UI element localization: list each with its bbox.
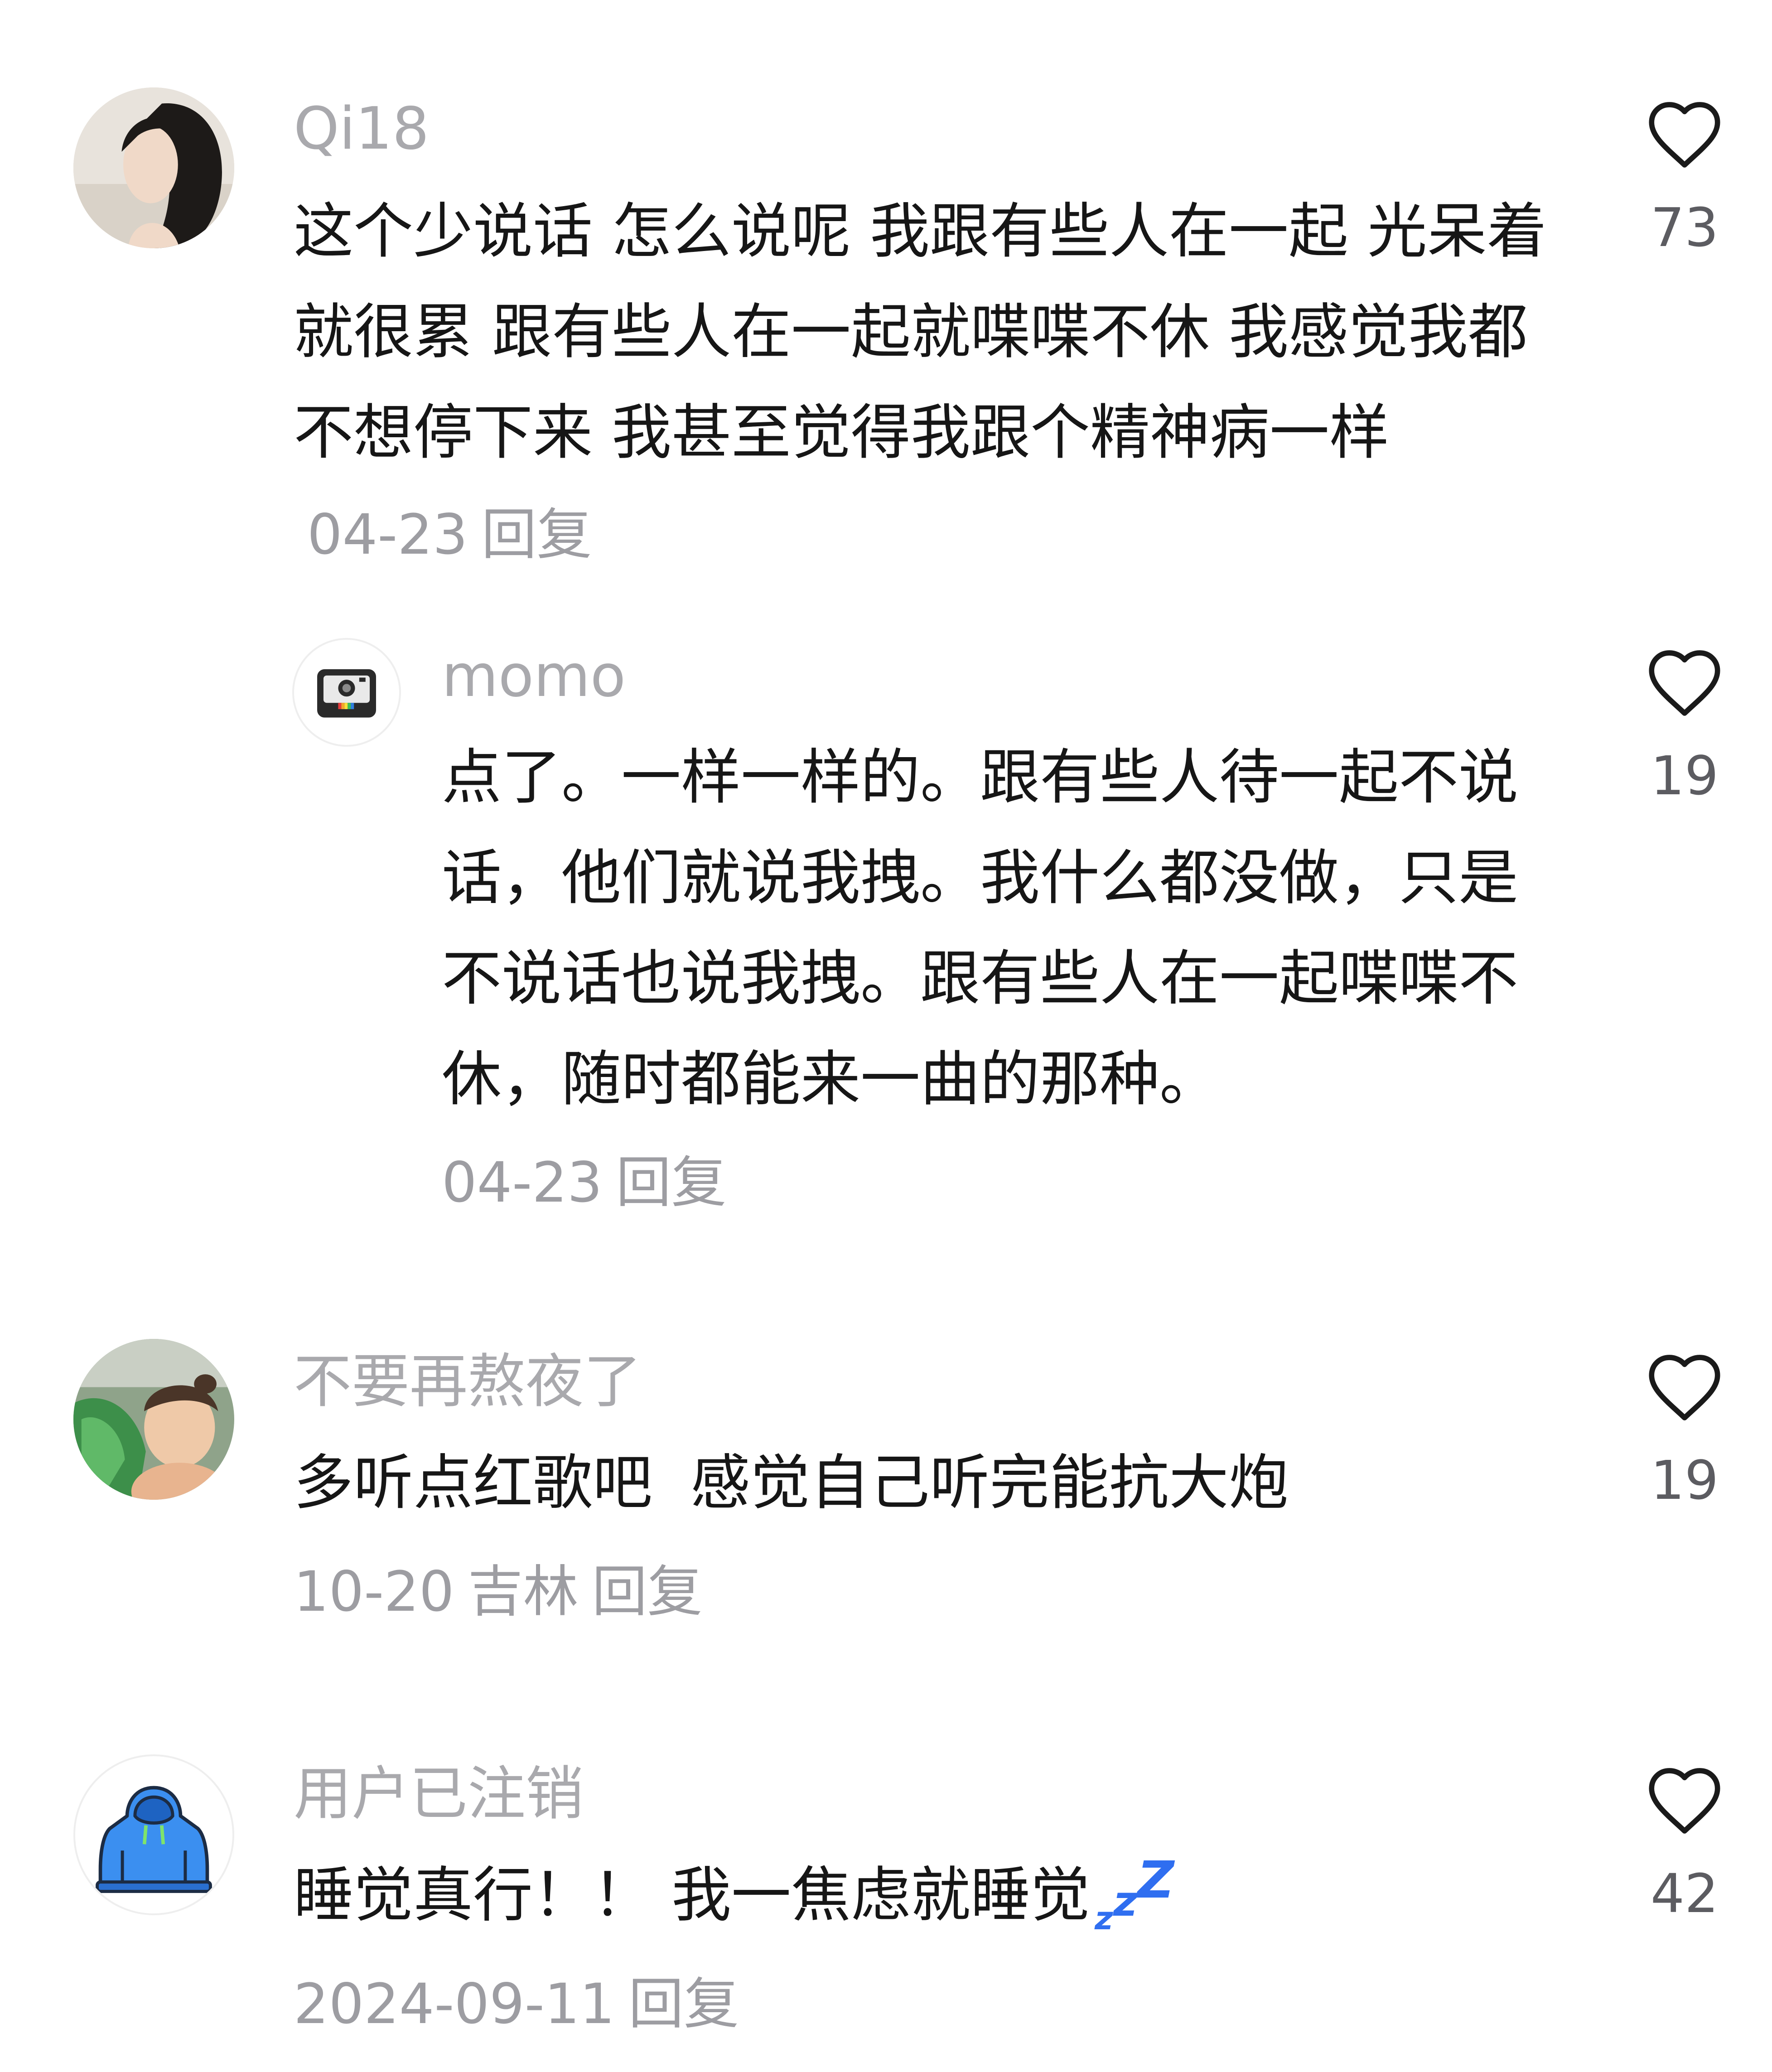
comment-date: 04-23 xyxy=(307,502,468,567)
comment-date: 10-20 xyxy=(294,1560,454,1624)
comment-meta: 04-23 回复 xyxy=(307,502,606,567)
comment-location: 吉林 xyxy=(468,1560,579,1624)
comment-text: 多听点红歌吧 感觉自己听完能抗大炮 xyxy=(294,1448,1289,1518)
username[interactable]: 不要再熬夜了 xyxy=(294,1348,642,1416)
comment-text: 这个少说话 怎么说呢 我跟有些人在一起 光呆着就很累 跟有些人在一起就喋喋不休 … xyxy=(294,181,1553,585)
like-button[interactable]: 19 xyxy=(1617,646,1753,810)
reply-button[interactable]: 回复 xyxy=(628,1972,739,2036)
comment-meta: 04-23 回复 xyxy=(442,1149,740,1217)
comment-date: 2024-09-11 xyxy=(294,1972,615,2036)
camera-icon xyxy=(317,669,376,718)
avatar[interactable] xyxy=(292,638,401,747)
avatar[interactable] xyxy=(73,1754,234,1915)
comment-content: 这个少说话 怎么说呢 我跟有些人在一起 光呆着就很累 跟有些人在一起就喋喋不休 … xyxy=(294,197,1547,468)
like-button[interactable]: 42 xyxy=(1617,1763,1753,1927)
heart-icon xyxy=(1649,1768,1720,1834)
username[interactable]: momo xyxy=(442,642,626,710)
comment-meta: 2024-09-11 回复 xyxy=(294,1970,753,2038)
like-button[interactable]: 73 xyxy=(1617,97,1753,261)
comment-text: 睡觉真行！！ 我一焦虑就睡觉 zzZ xyxy=(294,1845,1553,1955)
avatar-photo-icon xyxy=(73,1339,234,1500)
like-count: 19 xyxy=(1650,744,1719,807)
like-count: 73 xyxy=(1650,196,1719,259)
like-button[interactable]: 19 xyxy=(1617,1350,1753,1514)
heart-icon xyxy=(1649,1355,1720,1420)
heart-icon xyxy=(1649,650,1720,716)
comment-content: 睡觉真行！！ 我一焦虑就睡觉 xyxy=(294,1860,1090,1930)
avatar-photo-icon xyxy=(73,87,234,248)
reply-button[interactable]: 回复 xyxy=(592,1560,703,1624)
username[interactable]: Qi18 xyxy=(294,95,429,163)
reply-button[interactable]: 回复 xyxy=(616,1150,727,1215)
heart-icon xyxy=(1649,102,1720,168)
like-count: 42 xyxy=(1650,1862,1719,1925)
username[interactable]: 用户已注销 xyxy=(294,1760,584,1828)
comment-date: 04-23 xyxy=(442,1150,603,1215)
zzz-emoji-icon: zzZ xyxy=(1094,1851,1174,1937)
like-count: 19 xyxy=(1650,1449,1719,1512)
reply-button[interactable]: 回复 xyxy=(482,502,592,567)
hoodie-icon xyxy=(96,1786,212,1893)
avatar[interactable] xyxy=(73,87,234,248)
comment-text: 点了。一样一样的。跟有些人待一起不说话，他们就说我拽。我什么都没做，只是不说话也… xyxy=(442,743,1518,1114)
avatar[interactable] xyxy=(73,1339,234,1500)
comment-meta: 10-20 吉林 回复 xyxy=(294,1558,716,1626)
